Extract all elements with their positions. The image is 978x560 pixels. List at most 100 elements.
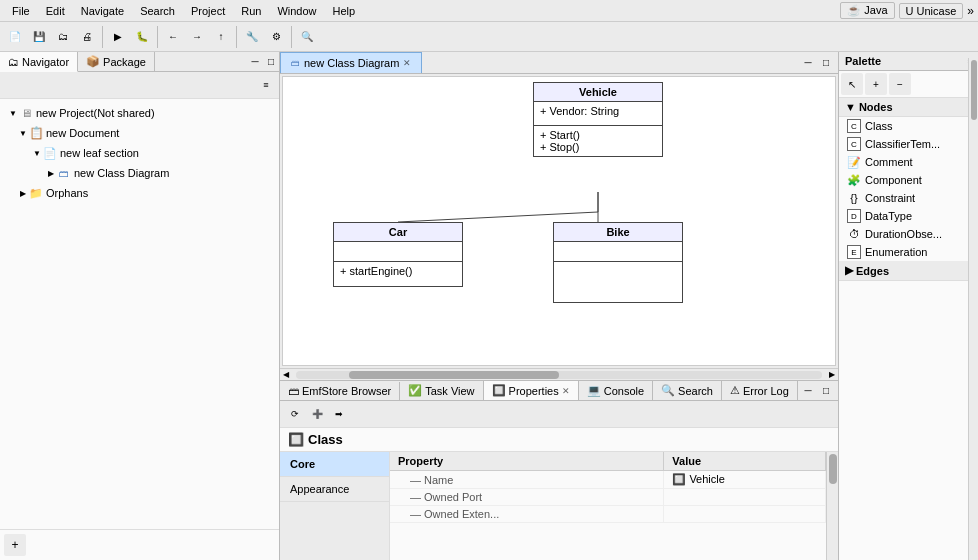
center-panel: 🗃 new Class Diagram ✕ ─ □: [280, 52, 838, 560]
menu-window[interactable]: Window: [269, 3, 324, 19]
up-button[interactable]: ↑: [210, 26, 232, 48]
diagram-tab-label: new Class Diagram: [304, 57, 399, 69]
tab-properties[interactable]: 🔲 Properties ✕: [484, 381, 579, 400]
prop-scroll-thumb[interactable]: [829, 454, 837, 484]
palette-section-nodes[interactable]: ▼ Nodes: [839, 98, 978, 117]
print-button[interactable]: 🖨: [76, 26, 98, 48]
new-button[interactable]: 📄: [4, 26, 26, 48]
document-expand-arrow[interactable]: ▼: [18, 129, 28, 138]
tab-emfstore-browser[interactable]: 🗃 EmfStore Browser: [280, 382, 400, 400]
properties-scrollbar[interactable]: [826, 452, 838, 560]
debug-button[interactable]: 🐛: [131, 26, 153, 48]
prop-toolbar-btn1[interactable]: ⟳: [284, 403, 306, 425]
build-button[interactable]: 🔧: [241, 26, 263, 48]
close-properties-button[interactable]: ✕: [562, 386, 570, 396]
palette-item-enumeration[interactable]: E Enumeration: [839, 243, 978, 261]
tab-package[interactable]: 📦 Package: [78, 52, 155, 71]
tree-item-project[interactable]: ▼ 🖥 new Project(Not shared): [0, 103, 279, 123]
palette-section-edges[interactable]: ▶ Edges: [839, 261, 978, 281]
tab-navigator[interactable]: 🗂 Navigator: [0, 52, 78, 72]
prop-owned-port-value: [664, 489, 826, 506]
tab-console[interactable]: 💻 Console: [579, 381, 653, 400]
editor-tabs: 🗃 new Class Diagram ✕ ─ □: [280, 52, 838, 74]
leaf-section-expand-arrow[interactable]: ▼: [32, 149, 42, 158]
palette-item-durationobse[interactable]: ⏱ DurationObse...: [839, 225, 978, 243]
vehicle-class[interactable]: Vehicle + Vendor: String + Start()+ Stop…: [533, 82, 663, 157]
class-palette-label: Class: [865, 120, 893, 132]
orphans-icon: 📁: [28, 185, 44, 201]
maximize-bottom-button[interactable]: □: [818, 383, 834, 399]
palette-scrollbar[interactable]: [968, 58, 978, 560]
run-button[interactable]: ▶: [107, 26, 129, 48]
perspective-arrow[interactable]: »: [967, 4, 974, 18]
add-button[interactable]: +: [4, 534, 26, 556]
unicase-button[interactable]: U Unicase: [899, 3, 964, 19]
orphans-expand-arrow[interactable]: ▶: [18, 189, 28, 198]
tree-item-leaf-section[interactable]: ▼ 📄 new leaf section: [0, 143, 279, 163]
collapse-all-button[interactable]: ≡: [255, 74, 277, 96]
diagram-tab-icon: 🗃: [291, 58, 300, 68]
bike-class-methods: [554, 262, 682, 302]
minimize-center-button[interactable]: ─: [800, 55, 816, 71]
save-all-button[interactable]: 🗂: [52, 26, 74, 48]
prop-toolbar-btn3[interactable]: ➡: [328, 403, 350, 425]
menu-help[interactable]: Help: [325, 3, 364, 19]
palette-select-button[interactable]: ↖: [841, 73, 863, 95]
bike-class[interactable]: Bike: [553, 222, 683, 303]
maximize-center-button[interactable]: □: [818, 55, 834, 71]
project-icon: 🖥: [18, 105, 34, 121]
tab-error-log[interactable]: ⚠ Error Log: [722, 381, 798, 400]
scroll-right-button[interactable]: ▶: [826, 369, 838, 381]
properties-table-area[interactable]: Property Value — Name 🔲 Vehicle: [390, 452, 826, 560]
tree-item-orphans[interactable]: ▶ 📁 Orphans: [0, 183, 279, 203]
prop-sidebar-appearance[interactable]: Appearance: [280, 477, 389, 502]
search-toolbar-button[interactable]: 🔍: [296, 26, 318, 48]
palette-item-component[interactable]: 🧩 Component: [839, 171, 978, 189]
class-diagram-expand-arrow[interactable]: ▶: [46, 169, 56, 178]
scroll-thumb[interactable]: [349, 371, 559, 379]
tree-item-class-diagram[interactable]: ▶ 🗃 new Class Diagram: [0, 163, 279, 183]
menu-search[interactable]: Search: [132, 3, 183, 19]
car-class[interactable]: Car + startEngine(): [333, 222, 463, 287]
prop-name-value[interactable]: 🔲 Vehicle: [664, 471, 826, 489]
comment-palette-icon: 📝: [847, 155, 861, 169]
prop-row-owned-exten: — Owned Exten...: [390, 506, 826, 523]
menu-navigate[interactable]: Navigate: [73, 3, 132, 19]
palette-zoom-out-button[interactable]: −: [889, 73, 911, 95]
close-editor-tab-button[interactable]: ✕: [403, 58, 411, 68]
back-button[interactable]: ←: [162, 26, 184, 48]
editor-tab-class-diagram[interactable]: 🗃 new Class Diagram ✕: [280, 52, 422, 73]
prop-name-label: — Name: [390, 471, 664, 489]
diagram-canvas[interactable]: Vehicle + Vendor: String + Start()+ Stop…: [282, 76, 836, 366]
java-button[interactable]: ☕ Java: [840, 2, 894, 19]
save-button[interactable]: 💾: [28, 26, 50, 48]
tab-task-view[interactable]: ✅ Task View: [400, 381, 483, 400]
project-expand-arrow[interactable]: ▼: [8, 109, 18, 118]
palette-zoom-in-button[interactable]: +: [865, 73, 887, 95]
palette-item-class[interactable]: C Class: [839, 117, 978, 135]
prop-toolbar-btn2[interactable]: ➕: [306, 403, 328, 425]
scroll-left-button[interactable]: ◀: [280, 369, 292, 381]
horizontal-scrollbar[interactable]: ◀ ▶: [280, 368, 838, 380]
palette-item-comment[interactable]: 📝 Comment: [839, 153, 978, 171]
minimize-left-button[interactable]: ─: [247, 54, 263, 70]
enumeration-palette-icon: E: [847, 245, 861, 259]
build2-button[interactable]: ⚙: [265, 26, 287, 48]
palette-item-datatype[interactable]: D DataType: [839, 207, 978, 225]
bike-class-title: Bike: [554, 223, 682, 242]
minimize-bottom-button[interactable]: ─: [800, 383, 816, 399]
palette-scroll-thumb[interactable]: [971, 60, 977, 120]
scroll-track[interactable]: [296, 371, 822, 379]
palette-item-classifiertem[interactable]: C ClassifierTem...: [839, 135, 978, 153]
menu-edit[interactable]: Edit: [38, 3, 73, 19]
palette-item-constraint[interactable]: {} Constraint: [839, 189, 978, 207]
menu-project[interactable]: Project: [183, 3, 233, 19]
build-toolbar-group: 🔧 ⚙: [241, 26, 292, 48]
menu-run[interactable]: Run: [233, 3, 269, 19]
menu-file[interactable]: File: [4, 3, 38, 19]
maximize-left-button[interactable]: □: [263, 54, 279, 70]
prop-sidebar-core[interactable]: Core: [280, 452, 389, 477]
forward-button[interactable]: →: [186, 26, 208, 48]
tab-search[interactable]: 🔍 Search: [653, 381, 722, 400]
tree-item-document[interactable]: ▼ 📋 new Document: [0, 123, 279, 143]
